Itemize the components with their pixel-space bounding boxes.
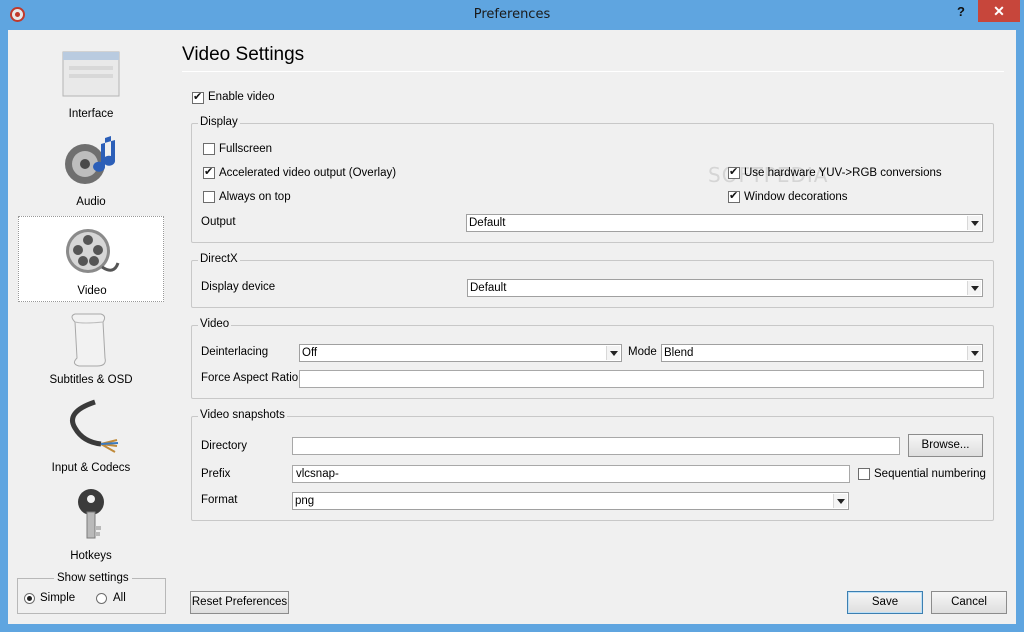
sequential-numbering-checkbox[interactable]: [858, 468, 870, 480]
sidebar-item-video[interactable]: Video: [18, 216, 164, 302]
directory-input[interactable]: [292, 437, 900, 455]
always-on-top-checkbox[interactable]: [203, 191, 215, 203]
aspect-ratio-input[interactable]: [299, 370, 984, 388]
sidebar-item-audio[interactable]: Audio: [18, 126, 164, 212]
display-device-label: Display device: [201, 281, 276, 293]
sidebar-item-label: Hotkeys: [70, 550, 112, 562]
sidebar-item-subtitles[interactable]: Subtitles & OSD: [18, 304, 164, 390]
mode-label: Mode: [628, 346, 657, 358]
close-button[interactable]: ✕: [978, 0, 1020, 22]
audio-speaker-icon: [65, 136, 116, 184]
hw-yuv-checkbox[interactable]: [728, 165, 740, 179]
title-divider: [182, 71, 1004, 72]
chevron-down-icon: [833, 494, 847, 508]
deinterlacing-select[interactable]: Off: [299, 344, 622, 362]
prefix-label: Prefix: [201, 468, 231, 480]
key-icon: [78, 489, 104, 539]
sidebar-item-label: Interface: [68, 108, 114, 120]
chevron-down-icon: [967, 346, 981, 360]
sidebar-item-input-codecs[interactable]: Input & Codecs: [18, 392, 164, 478]
interface-window-icon: [62, 51, 120, 97]
page-title: Video Settings: [182, 44, 305, 65]
window-decorations-label: Window decorations: [744, 191, 848, 203]
cancel-button[interactable]: Cancel: [931, 591, 1007, 614]
output-select[interactable]: Default: [466, 214, 983, 232]
sidebar-item-label: Video: [77, 285, 107, 297]
sidebar-item-label: Input & Codecs: [51, 462, 131, 474]
chevron-down-icon: [606, 346, 620, 360]
mode-select[interactable]: Blend: [661, 344, 983, 362]
window-decorations-checkbox[interactable]: [728, 189, 740, 203]
enable-video-label: Enable video: [208, 91, 275, 103]
output-value: Default: [469, 217, 506, 229]
display-device-value: Default: [470, 282, 507, 294]
fullscreen-checkbox[interactable]: [203, 143, 215, 155]
scroll-icon: [71, 313, 106, 367]
always-on-top-label: Always on top: [219, 191, 291, 203]
fullscreen-label: Fullscreen: [219, 143, 273, 155]
sidebar-item-label: Subtitles & OSD: [49, 374, 133, 386]
radio-all[interactable]: [96, 593, 107, 604]
chevron-down-icon: [967, 281, 981, 295]
display-legend: Display: [198, 116, 240, 128]
sidebar-item-interface[interactable]: Interface: [18, 38, 164, 124]
help-button[interactable]: ?: [948, 2, 974, 22]
window-title: Preferences: [473, 7, 551, 22]
chevron-down-icon: [967, 216, 981, 230]
show-settings-legend: Show settings: [54, 572, 132, 584]
video-legend: Video: [198, 318, 232, 330]
radio-all-label: All: [113, 592, 126, 604]
enable-video-checkbox[interactable]: [192, 90, 204, 104]
display-device-select[interactable]: Default: [467, 279, 983, 297]
save-button[interactable]: Save: [847, 591, 923, 614]
mode-value: Blend: [664, 347, 694, 359]
film-reel-icon: [66, 229, 120, 273]
preferences-window: Preferences ? ✕ Interface Audio Video Su…: [0, 0, 1024, 632]
sequential-numbering-label: Sequential numbering: [874, 468, 986, 480]
reset-preferences-button[interactable]: Reset Preferences: [190, 591, 289, 614]
deinterlacing-value: Off: [302, 347, 318, 359]
video-snapshots-legend: Video snapshots: [198, 409, 287, 421]
sidebar-item-label: Audio: [76, 196, 106, 208]
deinterlacing-label: Deinterlacing: [201, 346, 269, 358]
prefix-input[interactable]: vlcsnap-: [292, 465, 850, 483]
format-value: png: [295, 495, 315, 507]
accelerated-output-label: Accelerated video output (Overlay): [219, 167, 397, 179]
directory-label: Directory: [201, 440, 248, 452]
format-label: Format: [201, 494, 238, 506]
hw-yuv-label: Use hardware YUV->RGB conversions: [744, 167, 942, 179]
radio-simple-label: Simple: [40, 592, 76, 604]
cable-icon: [70, 399, 119, 453]
accelerated-output-checkbox[interactable]: [203, 165, 215, 179]
browse-button[interactable]: Browse...: [908, 434, 983, 457]
radio-simple[interactable]: [24, 593, 35, 604]
directx-legend: DirectX: [198, 253, 240, 265]
title-bar[interactable]: Preferences ? ✕: [0, 0, 1024, 30]
output-label: Output: [201, 216, 236, 228]
format-select[interactable]: png: [292, 492, 849, 510]
client-area: Interface Audio Video Subtitles & OSD In…: [8, 30, 1016, 624]
sidebar-item-hotkeys[interactable]: Hotkeys: [18, 480, 164, 566]
aspect-ratio-label: Force Aspect Ratio: [201, 372, 299, 384]
show-settings-group: Show settings Simple All: [17, 572, 166, 614]
